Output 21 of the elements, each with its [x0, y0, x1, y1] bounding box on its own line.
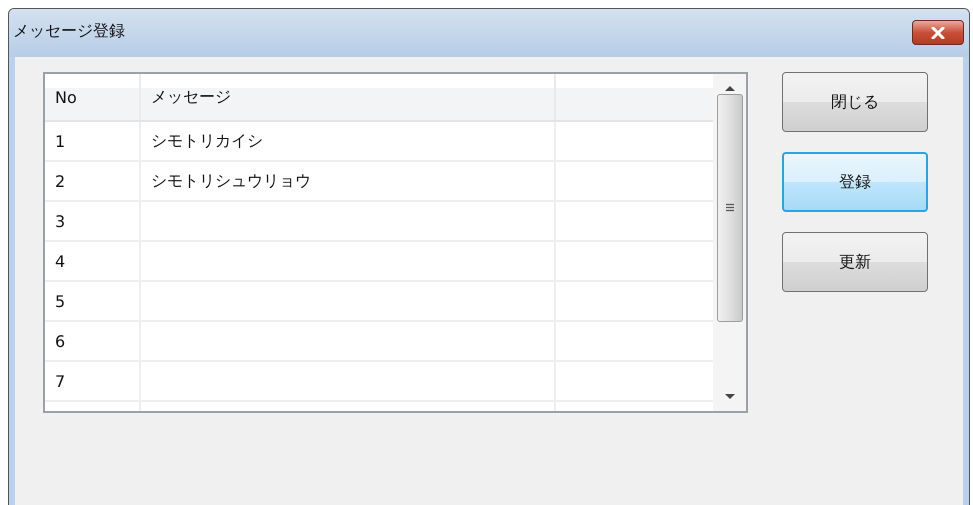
table-cell: 5 — [45, 282, 141, 320]
scroll-bar[interactable] — [713, 74, 746, 411]
table-cell: 2 — [45, 162, 141, 200]
column-header[interactable]: No — [45, 74, 141, 120]
table-cell: 3 — [45, 202, 141, 240]
close-icon — [930, 26, 946, 38]
grip-icon — [724, 202, 734, 212]
dialog-button[interactable]: 登録 — [782, 152, 928, 212]
table-cell: 7 — [45, 362, 141, 400]
column-header[interactable]: メッセージ — [141, 74, 556, 120]
window-title: メッセージ登録 — [13, 21, 125, 42]
dialog-button[interactable]: 更新 — [782, 232, 928, 292]
scroll-thumb[interactable] — [716, 94, 742, 322]
scroll-down-icon[interactable] — [724, 393, 736, 401]
dialog-button[interactable]: 閉じる — [782, 72, 928, 132]
table-cell: 1 — [45, 122, 141, 160]
table-cell: 6 — [45, 322, 141, 360]
table-cell: シモトリシュウリョウ — [151, 170, 311, 192]
close-button[interactable] — [912, 20, 964, 45]
table-cell: シモトリカイシ — [151, 130, 263, 152]
table-cell: 4 — [45, 242, 141, 280]
